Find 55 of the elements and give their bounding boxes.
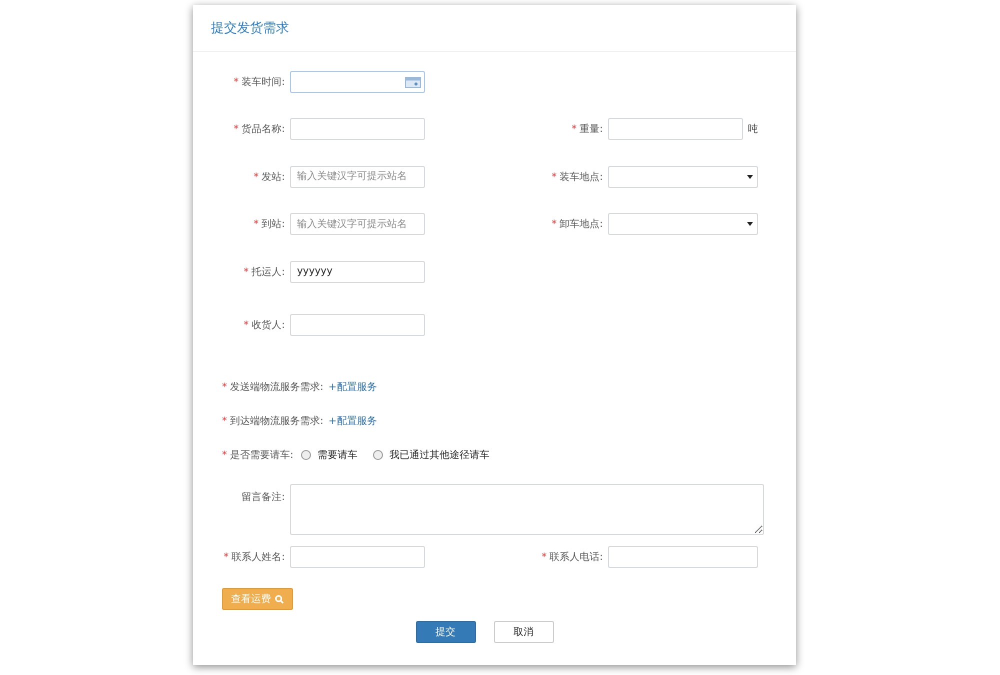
radio-label: 需要请车: [317, 448, 358, 462]
required-mark: *: [224, 552, 229, 563]
required-mark: *: [572, 124, 577, 136]
caret-icon: [747, 174, 753, 179]
submit-button[interactable]: 提交: [416, 621, 476, 643]
input-field[interactable]: [290, 546, 425, 568]
input-field[interactable]: 输入关键汉字可提示站名: [290, 213, 425, 236]
date-field[interactable]: [290, 70, 425, 93]
field-label: * 托运人:: [242, 266, 285, 279]
required-mark: *: [234, 124, 239, 136]
required-mark: *: [234, 76, 239, 88]
field-label: * 到站:: [252, 218, 285, 232]
field-label: * 联系人姓名:: [222, 550, 285, 564]
select-field[interactable]: [608, 213, 758, 236]
select-field[interactable]: [608, 166, 758, 188]
remark-textarea[interactable]: [290, 484, 764, 535]
field-label: * 收货人:: [242, 319, 285, 332]
required-mark: *: [552, 219, 557, 230]
configure-service-link[interactable]: +配置服务: [328, 380, 377, 394]
required-mark: *: [222, 382, 227, 393]
input-field[interactable]: [608, 118, 743, 140]
panel-title: 提交发货需求: [193, 5, 796, 52]
caret-icon: [747, 222, 753, 226]
input-field[interactable]: [290, 314, 425, 336]
field-label: * 装车地点:: [550, 170, 603, 184]
search-icon: [275, 594, 284, 604]
radio-button[interactable]: [373, 450, 384, 460]
input-field[interactable]: [608, 546, 758, 568]
field-label: 留言备注:: [240, 490, 285, 504]
cancel-button[interactable]: 取消: [494, 621, 554, 643]
input-field[interactable]: [290, 118, 425, 140]
radio-button[interactable]: [301, 450, 312, 460]
input-field[interactable]: yyyyyy: [290, 260, 425, 283]
field-label: * 是否需要请车:: [222, 448, 294, 462]
required-mark: *: [542, 552, 547, 563]
field-label: * 到达端物流服务需求:: [222, 414, 324, 428]
field-label: * 联系人电话:: [540, 550, 603, 564]
configure-service-link[interactable]: +配置服务: [328, 414, 377, 428]
field-label: * 装车时间:: [232, 76, 285, 89]
field-label: * 卸车地点:: [550, 218, 603, 232]
input-field[interactable]: 输入关键汉字可提示站名: [290, 166, 425, 188]
required-mark: *: [222, 416, 227, 427]
required-mark: *: [244, 266, 249, 278]
required-mark: *: [222, 450, 227, 461]
field-label: * 发站:: [252, 170, 285, 184]
field-label: * 重量:: [570, 122, 603, 136]
field-label: * 货品名称:: [232, 123, 285, 136]
required-mark: *: [244, 320, 249, 332]
unit-label: 吨: [748, 122, 758, 136]
required-mark: *: [552, 172, 557, 183]
calendar-icon: [405, 76, 421, 88]
required-mark: *: [254, 172, 259, 183]
required-mark: *: [254, 219, 259, 230]
radio-label: 我已通过其他途径请车: [389, 448, 490, 462]
field-label: * 发送端物流服务需求:: [222, 380, 324, 394]
